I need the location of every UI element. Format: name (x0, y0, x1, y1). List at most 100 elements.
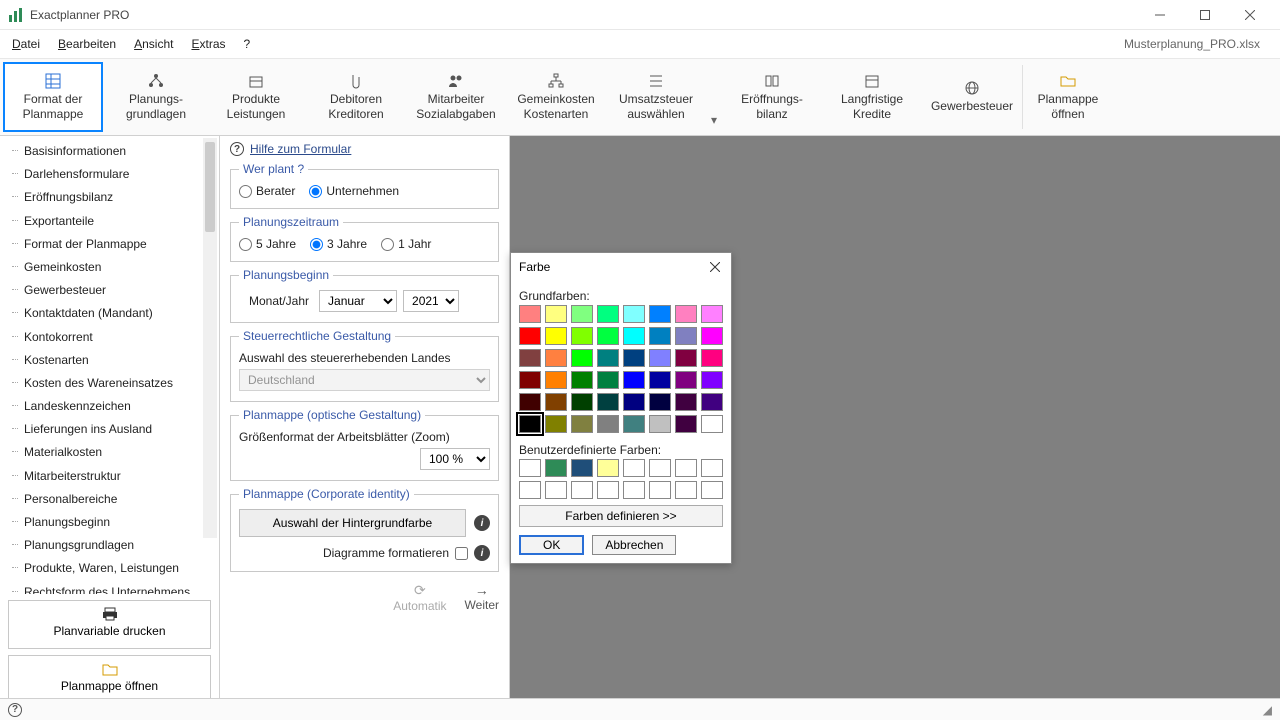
radio-5jahre[interactable]: 5 Jahre (239, 237, 296, 251)
info-icon[interactable]: i (474, 515, 490, 531)
custom-swatch[interactable] (649, 481, 671, 499)
ribbon-umsatzsteuer[interactable]: Umsatzsteuer auswählen (606, 59, 706, 135)
ribbon-gemeinkosten[interactable]: Gemeinkosten Kostenarten (506, 59, 606, 135)
custom-swatch[interactable] (545, 459, 567, 477)
ribbon-debitoren[interactable]: Debitoren Kreditoren (306, 59, 406, 135)
tree-item[interactable]: Materialkosten (10, 441, 217, 464)
color-swatch[interactable] (701, 393, 723, 411)
tree-item[interactable]: Eröffnungsbilanz (10, 186, 217, 209)
ribbon-format[interactable]: Format der Planmappe (3, 62, 103, 132)
custom-swatch[interactable] (597, 459, 619, 477)
color-swatch[interactable] (649, 371, 671, 389)
ribbon-mitarbeiter[interactable]: Mitarbeiter Sozialabgaben (406, 59, 506, 135)
color-swatch[interactable] (545, 371, 567, 389)
maximize-button[interactable] (1182, 0, 1227, 30)
nav-weiter[interactable]: →Weiter (465, 582, 499, 613)
color-swatch[interactable] (701, 371, 723, 389)
color-swatch[interactable] (519, 415, 541, 433)
color-swatch[interactable] (649, 327, 671, 345)
color-swatch[interactable] (649, 305, 671, 323)
menu-file[interactable]: Datei (12, 37, 40, 51)
color-swatch[interactable] (701, 305, 723, 323)
close-button[interactable] (1227, 0, 1272, 30)
color-swatch[interactable] (519, 305, 541, 323)
color-swatch[interactable] (519, 349, 541, 367)
color-swatch[interactable] (597, 305, 619, 323)
tree-item[interactable]: Darlehensformulare (10, 163, 217, 186)
color-swatch[interactable] (675, 415, 697, 433)
custom-swatch[interactable] (623, 459, 645, 477)
custom-swatch[interactable] (649, 459, 671, 477)
color-swatch[interactable] (623, 415, 645, 433)
color-swatch[interactable] (571, 327, 593, 345)
color-swatch[interactable] (675, 349, 697, 367)
sidebar-scrollbar[interactable] (203, 138, 217, 538)
ribbon-open[interactable]: Planmappe öffnen (1023, 59, 1113, 135)
radio-3jahre[interactable]: 3 Jahre (310, 237, 367, 251)
tree-item[interactable]: Landeskennzeichen (10, 395, 217, 418)
color-swatch[interactable] (675, 327, 697, 345)
color-swatch[interactable] (545, 349, 567, 367)
menu-view[interactable]: Ansicht (134, 37, 173, 51)
color-swatch[interactable] (701, 415, 723, 433)
tree-item[interactable]: Kosten des Wareneinsatzes (10, 372, 217, 395)
help-link[interactable]: Hilfe zum Formular (250, 142, 351, 156)
tree-item[interactable]: Kontokorrent (10, 326, 217, 349)
tree-item[interactable]: Basisinformationen (10, 140, 217, 163)
custom-swatch[interactable] (571, 481, 593, 499)
ribbon-more[interactable]: ▾ (706, 59, 722, 135)
color-swatch[interactable] (597, 349, 619, 367)
color-swatch[interactable] (597, 327, 619, 345)
custom-swatch[interactable] (675, 481, 697, 499)
color-swatch[interactable] (597, 415, 619, 433)
tree-item[interactable]: Format der Planmappe (10, 233, 217, 256)
bg-color-button[interactable]: Auswahl der Hintergrundfarbe (239, 509, 466, 537)
ribbon-grundlagen[interactable]: Planungs-grundlagen (106, 59, 206, 135)
ribbon-kredite[interactable]: Langfristige Kredite (822, 59, 922, 135)
custom-swatch[interactable] (571, 459, 593, 477)
color-swatch[interactable] (571, 393, 593, 411)
menu-help[interactable]: ? (244, 37, 251, 51)
color-swatch[interactable] (519, 393, 541, 411)
color-swatch[interactable] (519, 327, 541, 345)
color-swatch[interactable] (623, 393, 645, 411)
custom-swatch[interactable] (675, 459, 697, 477)
custom-swatch[interactable] (701, 459, 723, 477)
color-swatch[interactable] (545, 393, 567, 411)
custom-swatch[interactable] (701, 481, 723, 499)
ribbon-produkte[interactable]: Produkte Leistungen (206, 59, 306, 135)
color-swatch[interactable] (701, 327, 723, 345)
custom-swatch[interactable] (545, 481, 567, 499)
color-swatch[interactable] (701, 349, 723, 367)
minimize-button[interactable] (1137, 0, 1182, 30)
color-swatch[interactable] (571, 305, 593, 323)
tree-item[interactable]: Kostenarten (10, 349, 217, 372)
tree-item[interactable]: Produkte, Waren, Leistungen (10, 557, 217, 580)
color-swatch[interactable] (519, 371, 541, 389)
dialog-close-button[interactable] (707, 259, 723, 275)
color-swatch[interactable] (597, 393, 619, 411)
color-swatch[interactable] (545, 305, 567, 323)
ribbon-eroeffnung[interactable]: Eröffnungs-bilanz (722, 59, 822, 135)
print-variables-button[interactable]: Planvariable drucken (8, 600, 211, 649)
radio-unternehmen[interactable]: Unternehmen (309, 184, 399, 198)
ribbon-gewerbe[interactable]: Gewerbesteuer (922, 59, 1022, 135)
tree-item[interactable]: Planungsbeginn (10, 511, 217, 534)
country-select[interactable]: Deutschland (239, 369, 490, 391)
color-swatch[interactable] (649, 393, 671, 411)
zoom-select[interactable]: 100 % (420, 448, 490, 470)
custom-swatch[interactable] (597, 481, 619, 499)
tree-item[interactable]: Rechtsform des Unternehmens (10, 581, 217, 595)
cancel-button[interactable]: Abbrechen (592, 535, 676, 555)
tree-item[interactable]: Planungsgrundlagen (10, 534, 217, 557)
info-icon[interactable]: i (474, 545, 490, 561)
status-help-icon[interactable]: ? (8, 703, 22, 717)
color-swatch[interactable] (545, 415, 567, 433)
color-swatch[interactable] (675, 393, 697, 411)
color-swatch[interactable] (571, 415, 593, 433)
color-swatch[interactable] (649, 349, 671, 367)
open-planmappe-button[interactable]: Planmappe öffnen (8, 655, 211, 704)
color-swatch[interactable] (675, 371, 697, 389)
tree-item[interactable]: Exportanteile (10, 210, 217, 233)
custom-swatch[interactable] (519, 459, 541, 477)
